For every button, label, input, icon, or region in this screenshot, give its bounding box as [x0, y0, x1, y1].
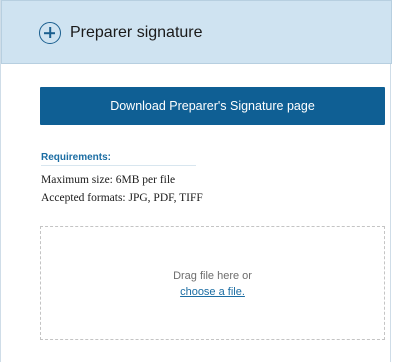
requirements-heading: Requirements:	[41, 152, 112, 163]
requirements-divider	[41, 165, 196, 166]
file-dropzone[interactable]: Drag file here or choose a file.	[40, 226, 385, 340]
accepted-formats-text: Accepted formats: JPG, PDF, TIFF	[41, 192, 203, 204]
section-header[interactable]: Preparer signature	[1, 0, 392, 64]
preparer-signature-panel: Preparer signature Download Preparer's S…	[0, 0, 392, 362]
download-signature-page-button[interactable]: Download Preparer's Signature page	[40, 87, 385, 125]
max-size-text: Maximum size: 6MB per file	[41, 174, 176, 186]
section-title: Preparer signature	[70, 24, 203, 41]
choose-file-link-wrapper: choose a file.	[41, 285, 384, 299]
plus-circle-icon[interactable]	[39, 22, 61, 44]
drag-file-text: Drag file here or	[173, 270, 252, 282]
choose-file-link[interactable]: choose a file.	[180, 286, 245, 298]
